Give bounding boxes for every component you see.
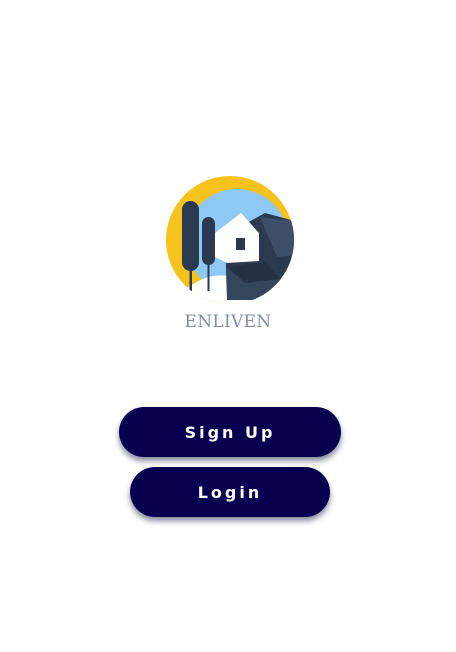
brand-name: ENLIVEN <box>184 312 272 332</box>
login-button[interactable]: Login <box>130 467 330 517</box>
sign-up-button[interactable]: Sign Up <box>119 407 341 457</box>
app-logo-icon <box>165 175 295 305</box>
welcome-screen: ENLIVEN Sign Up Login <box>0 0 456 652</box>
